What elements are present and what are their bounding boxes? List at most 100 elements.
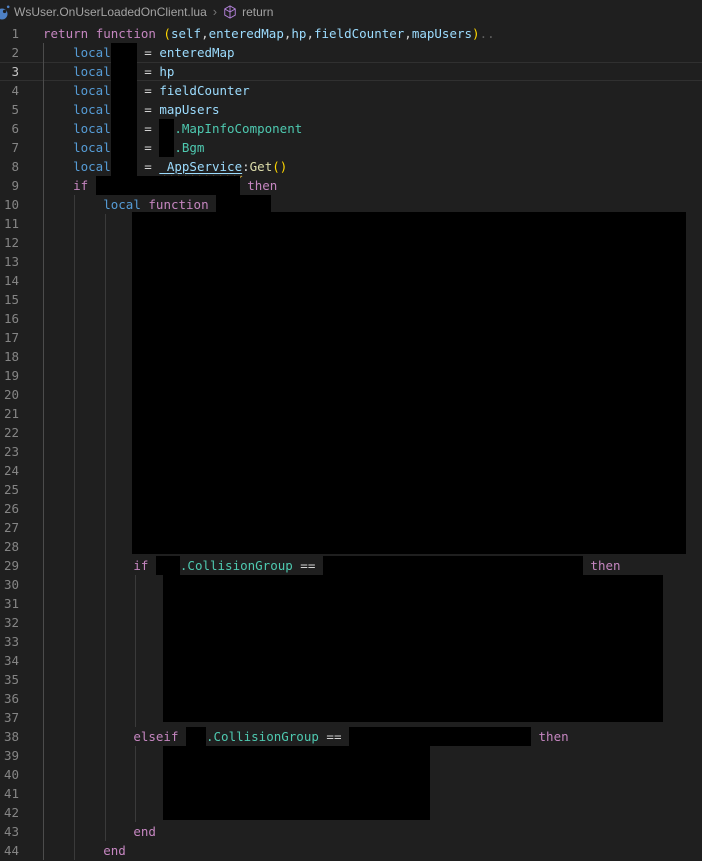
line-number[interactable]: 38 bbox=[0, 727, 19, 746]
code-content[interactable]: local = _AppService:Get() bbox=[43, 157, 702, 176]
line-number[interactable]: 18 bbox=[0, 347, 19, 366]
code-line[interactable]: 3 local = hp bbox=[0, 62, 702, 81]
indent-guide bbox=[43, 233, 44, 252]
code-content[interactable]: local = .Bgm bbox=[43, 138, 702, 157]
code-line[interactable]: 1 return function (self,enteredMap,hp,fie… bbox=[0, 24, 702, 43]
line-number[interactable]: 7 bbox=[0, 138, 19, 157]
code-token: local bbox=[73, 140, 111, 155]
code-line[interactable]: 8 local = _AppService:Get() bbox=[0, 157, 702, 176]
breadcrumb-symbol-item[interactable]: return bbox=[223, 5, 273, 19]
code-editor[interactable]: 1 return function (self,enteredMap,hp,fie… bbox=[0, 24, 702, 860]
code-line[interactable]: 7 local = .Bgm bbox=[0, 138, 702, 157]
warning-squiggle: _AppService bbox=[159, 159, 242, 174]
code-token: local bbox=[73, 83, 111, 98]
breadcrumb-file-item[interactable]: WsUser.OnUserLoadedOnClient.lua bbox=[0, 3, 207, 21]
line-number[interactable]: 22 bbox=[0, 423, 19, 442]
line-number[interactable]: 17 bbox=[0, 328, 19, 347]
indent-guide bbox=[105, 727, 106, 746]
code-token: enteredMap bbox=[208, 26, 284, 41]
code-token: enteredMap bbox=[159, 45, 235, 60]
line-number[interactable]: 44 bbox=[0, 841, 19, 860]
line-number[interactable]: 36 bbox=[0, 689, 19, 708]
code-line[interactable]: 4 local = fieldCounter bbox=[0, 81, 702, 100]
line-number[interactable]: 27 bbox=[0, 518, 19, 537]
code-content[interactable]: local = hp bbox=[43, 62, 702, 81]
code-content[interactable]: return function (self,enteredMap,hp,fiel… bbox=[43, 24, 702, 43]
code-content[interactable]: elseif .CollisionGroup == then bbox=[43, 727, 702, 746]
line-number[interactable]: 3 bbox=[0, 62, 19, 81]
line-number[interactable]: 33 bbox=[0, 632, 19, 651]
line-number[interactable]: 12 bbox=[0, 233, 19, 252]
line-number[interactable]: 23 bbox=[0, 442, 19, 461]
code-content[interactable]: if then bbox=[43, 176, 702, 195]
code-content[interactable]: local = fieldCounter bbox=[43, 81, 702, 100]
indent-guide bbox=[105, 689, 106, 708]
line-number[interactable]: 19 bbox=[0, 366, 19, 385]
code-line[interactable]: 38 elseif .CollisionGroup == then bbox=[0, 727, 702, 746]
code-content[interactable]: local = enteredMap bbox=[43, 43, 702, 62]
line-number[interactable]: 29 bbox=[0, 556, 19, 575]
code-token: then bbox=[538, 729, 569, 744]
line-number[interactable]: 13 bbox=[0, 252, 19, 271]
indent-guide bbox=[74, 404, 75, 423]
line-number[interactable]: 8 bbox=[0, 157, 19, 176]
code-content[interactable]: local = mapUsers bbox=[43, 100, 702, 119]
line-number[interactable]: 11 bbox=[0, 214, 19, 233]
code-line[interactable]: 29 if .CollisionGroup == then bbox=[0, 556, 702, 575]
code-token: = bbox=[136, 45, 160, 60]
redaction-box bbox=[322, 556, 583, 575]
line-number[interactable]: 41 bbox=[0, 784, 19, 803]
indent-guide bbox=[135, 575, 136, 594]
line-number[interactable]: 37 bbox=[0, 708, 19, 727]
breadcrumb-symbol-label: return bbox=[242, 5, 274, 19]
line-number[interactable]: 24 bbox=[0, 461, 19, 480]
code-line[interactable]: 6 local = .MapInfoComponent bbox=[0, 119, 702, 138]
redaction-box bbox=[159, 138, 175, 157]
code-line[interactable]: 9 if then bbox=[0, 176, 702, 195]
code-content[interactable]: end bbox=[43, 841, 702, 860]
line-number[interactable]: 31 bbox=[0, 594, 19, 613]
line-number[interactable]: 16 bbox=[0, 309, 19, 328]
indent-guide bbox=[135, 594, 136, 613]
redaction-block bbox=[163, 746, 430, 820]
indent-guide bbox=[74, 556, 75, 575]
line-number[interactable]: 40 bbox=[0, 765, 19, 784]
line-number[interactable]: 32 bbox=[0, 613, 19, 632]
line-number[interactable]: 10 bbox=[0, 195, 19, 214]
line-number[interactable]: 39 bbox=[0, 746, 19, 765]
code-token: mapUsers bbox=[159, 102, 220, 117]
code-token: hp bbox=[159, 64, 175, 79]
line-number[interactable]: 25 bbox=[0, 480, 19, 499]
indent-guide bbox=[43, 689, 44, 708]
line-number[interactable]: 1 bbox=[0, 24, 19, 43]
line-number[interactable]: 43 bbox=[0, 822, 19, 841]
line-number[interactable]: 21 bbox=[0, 404, 19, 423]
line-number[interactable]: 14 bbox=[0, 271, 19, 290]
line-number[interactable]: 34 bbox=[0, 651, 19, 670]
code-line[interactable]: 43 end bbox=[0, 822, 702, 841]
line-number[interactable]: 30 bbox=[0, 575, 19, 594]
line-number[interactable]: 9 bbox=[0, 176, 19, 195]
indent-guide bbox=[105, 271, 106, 290]
line-number[interactable]: 6 bbox=[0, 119, 19, 138]
indent-guide bbox=[74, 290, 75, 309]
code-content[interactable]: local = .MapInfoComponent bbox=[43, 119, 702, 138]
line-number[interactable]: 2 bbox=[0, 43, 19, 62]
indent-guide bbox=[105, 651, 106, 670]
line-number[interactable]: 5 bbox=[0, 100, 19, 119]
indent-guide bbox=[74, 670, 75, 689]
line-number[interactable]: 15 bbox=[0, 290, 19, 309]
line-number[interactable]: 28 bbox=[0, 537, 19, 556]
code-line[interactable]: 5 local = mapUsers bbox=[0, 100, 702, 119]
indent-guide bbox=[105, 575, 106, 594]
indent-guide bbox=[43, 195, 44, 214]
code-line[interactable]: 44 end bbox=[0, 841, 702, 860]
line-number[interactable]: 42 bbox=[0, 803, 19, 822]
code-line[interactable]: 2 local = enteredMap bbox=[0, 43, 702, 62]
code-content[interactable]: if .CollisionGroup == then bbox=[43, 556, 702, 575]
line-number[interactable]: 26 bbox=[0, 499, 19, 518]
line-number[interactable]: 20 bbox=[0, 385, 19, 404]
line-number[interactable]: 35 bbox=[0, 670, 19, 689]
code-content[interactable]: end bbox=[43, 822, 702, 841]
line-number[interactable]: 4 bbox=[0, 81, 19, 100]
